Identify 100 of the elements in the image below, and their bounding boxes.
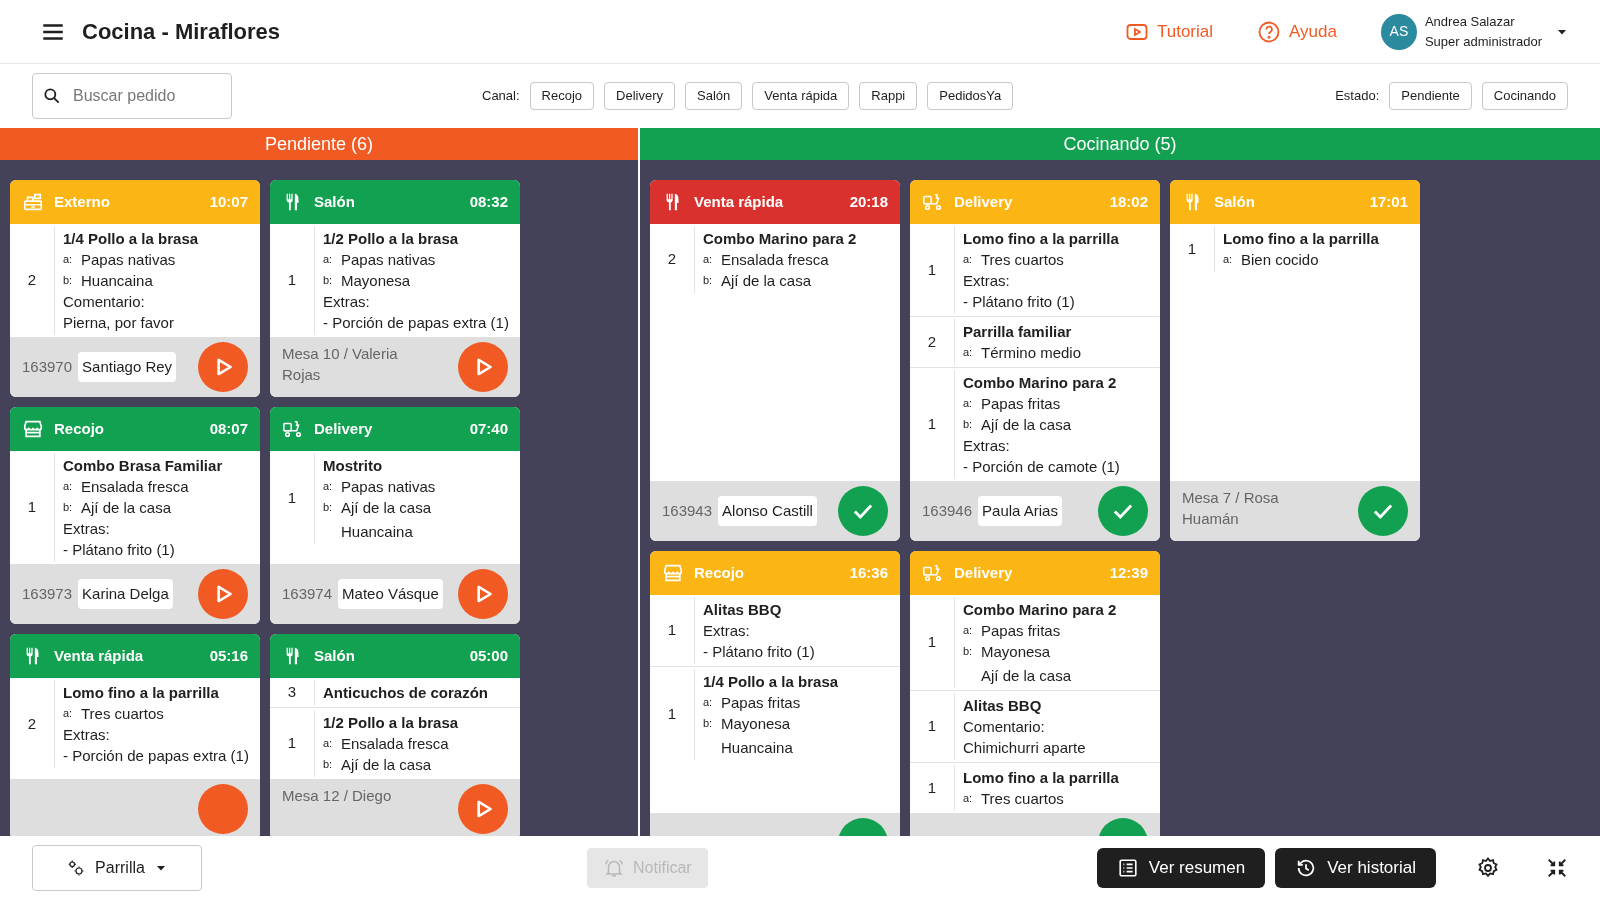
item-name: Lomo fino a la parrilla <box>63 683 220 703</box>
filter-chip[interactable]: Rappi <box>859 82 918 110</box>
item-name: Lomo fino a la parrilla <box>1223 229 1380 249</box>
elapsed-time: 20:18 <box>849 191 888 212</box>
item-quantity: 1 <box>667 620 677 641</box>
item-name: Combo Marino para 2 <box>963 600 1118 620</box>
option-value: Huancaina <box>720 738 794 758</box>
item-quantity: 1 <box>1187 238 1197 259</box>
option-value: Mayonesa <box>341 271 411 291</box>
option-value: Ensalada fresca <box>341 734 449 754</box>
option-value: Tres cuartos <box>81 704 164 724</box>
option-value: Mayonesa <box>981 642 1051 662</box>
item-name: Combo Marino para 2 <box>963 373 1118 393</box>
item-quantity: 1 <box>287 488 297 509</box>
item-quantity: 2 <box>927 331 937 352</box>
order-number: 163973 <box>22 583 73 604</box>
item-note: - Plátano frito (1) <box>703 642 816 662</box>
order-number: 163974 <box>282 583 333 604</box>
item-note: - Plátano frito (1) <box>963 292 1076 312</box>
customer-name: Alonso Castill <box>718 495 817 527</box>
station-dropdown[interactable]: Parrilla <box>32 845 202 891</box>
filter-chip[interactable]: Delivery <box>604 82 675 110</box>
action-button[interactable]: Ver historial <box>1275 848 1436 888</box>
option-label: b: <box>63 273 74 288</box>
search-field[interactable]: Buscar pedido <box>32 73 232 119</box>
elapsed-time: 08:32 <box>469 191 508 212</box>
item-name: 1/2 Pollo a la brasa <box>323 229 460 249</box>
option-label: a: <box>963 345 974 360</box>
item-name: Mostrito <box>323 456 384 476</box>
channel-name: Salón <box>314 191 356 212</box>
option-label: a: <box>323 479 334 494</box>
order-number: 163943 <box>662 500 713 521</box>
order-number: 163946 <box>922 500 973 521</box>
table-label: Mesa 10 / Valeria Rojas <box>282 344 399 385</box>
option-value: Término medio <box>981 343 1082 363</box>
item-quantity: 2 <box>27 270 37 291</box>
option-label: a: <box>323 252 334 267</box>
option-label: a: <box>63 252 74 267</box>
elapsed-time: 10:07 <box>209 191 248 212</box>
item-note: Extras: <box>703 621 751 641</box>
order-number: 163970 <box>22 356 73 377</box>
option-value: Ají de la casa <box>980 666 1073 686</box>
channel-name: Venta rápida <box>694 191 785 212</box>
item-name: Lomo fino a la parrilla <box>963 768 1120 788</box>
elapsed-time: 08:07 <box>209 418 248 439</box>
item-quantity: 1 <box>287 733 297 754</box>
option-label: b: <box>323 273 334 288</box>
item-note: Extras: <box>963 271 1011 291</box>
channel-name: Salón <box>314 645 356 666</box>
channel-name: Recojo <box>54 418 105 439</box>
item-name: Parrilla familiar <box>963 322 1073 342</box>
option-label: a: <box>63 479 74 494</box>
option-label: a: <box>703 252 714 267</box>
channel-name: Recojo <box>694 562 745 583</box>
option-value: Ají de la casa <box>341 498 432 518</box>
option-value: Papas fritas <box>721 693 801 713</box>
table-label: Mesa 7 / Rosa Huamán <box>1182 488 1280 529</box>
option-value: Ají de la casa <box>981 415 1072 435</box>
elapsed-time: 16:36 <box>849 562 888 583</box>
column-header: Cocinando (5) <box>640 128 1600 160</box>
filter-chip[interactable]: Salón <box>685 82 743 110</box>
table-label: Mesa 12 / Diego <box>282 786 393 806</box>
filter-chip[interactable]: Pendiente <box>1389 82 1472 110</box>
filter-chip[interactable]: PedidosYa <box>927 82 1014 110</box>
option-value: Papas nativas <box>81 250 176 270</box>
item-note: Extras: <box>63 519 111 539</box>
channel-name: Salón <box>1214 191 1256 212</box>
option-value: Huancaina <box>81 271 153 291</box>
item-note: - Porción de camote (1) <box>963 457 1121 477</box>
elapsed-time: 17:01 <box>1369 191 1408 212</box>
elapsed-time: 07:40 <box>469 418 508 439</box>
option-label: a: <box>963 623 974 638</box>
option-label: b: <box>323 757 334 772</box>
item-quantity: 2 <box>27 713 37 734</box>
item-note: Pierna, por favor <box>63 313 175 333</box>
item-note: Extras: <box>963 436 1011 456</box>
filter-chip[interactable]: Cocinando <box>1481 82 1568 110</box>
user-role: Super administrador <box>1424 32 1542 51</box>
option-value: Papas fritas <box>981 394 1061 414</box>
filter-chip[interactable]: Recojo <box>529 82 595 110</box>
item-note: - Plátano frito (1) <box>63 540 176 560</box>
channel-name: Externo <box>54 191 111 212</box>
action-button[interactable]: Ver resumen <box>1096 848 1266 888</box>
item-note: Comentario: <box>63 292 146 312</box>
elapsed-time: 18:02 <box>1109 191 1148 212</box>
item-note: Extras: <box>323 292 371 312</box>
item-quantity: 1 <box>287 270 297 291</box>
option-label: a: <box>323 736 334 751</box>
customer-name: Karina Delga <box>78 578 173 610</box>
option-value: Papas fritas <box>981 621 1061 641</box>
customer-name: Mateo Vásque <box>338 578 443 610</box>
item-quantity: 1 <box>927 632 937 653</box>
option-value: Ensalada fresca <box>81 477 189 497</box>
option-label: a: <box>963 791 974 806</box>
option-value: Bien cocido <box>1241 250 1319 270</box>
channel-name: Delivery <box>954 191 1014 212</box>
elapsed-time: 05:00 <box>469 645 508 666</box>
channel-name: Venta rápida <box>54 645 145 666</box>
option-label: b: <box>963 644 974 659</box>
filter-chip[interactable]: Venta rápida <box>752 82 850 110</box>
